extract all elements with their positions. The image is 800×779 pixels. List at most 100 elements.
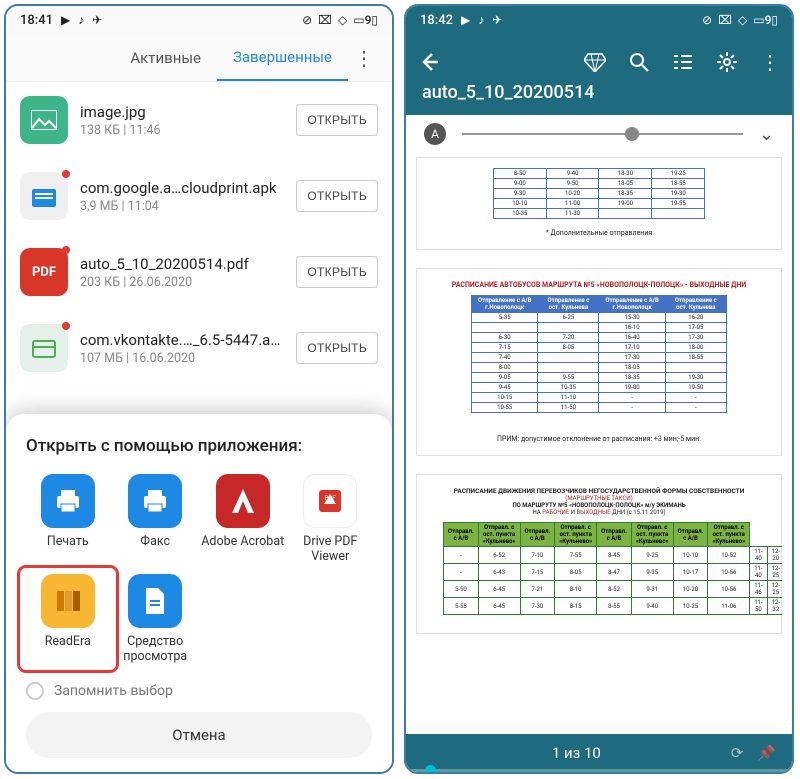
file-name: com.vkontakte.…_6.5-5447.apk (80, 331, 284, 349)
file-meta: 107 МБ | 16.06.2020 (80, 351, 284, 366)
remember-label: Запомнить выбор (54, 683, 173, 699)
file-meta: 138 КБ | 11:46 (80, 123, 284, 138)
apk-icon (20, 172, 68, 220)
image-icon (20, 96, 68, 144)
pdf-page: РАСПИСАНИЕ АВТОБУСОВ МАРШРУТА №5 «НОВОПО… (416, 268, 782, 456)
tiktok-icon: ♪ (78, 13, 84, 27)
battery-icon: ▭9▯ (753, 13, 778, 27)
page2-footnote: ПРИМ: допустимое отклонение от расписани… (443, 435, 755, 443)
drive-pdf-icon: PDF (303, 474, 357, 528)
search-icon[interactable] (628, 51, 650, 73)
docs-icon (128, 574, 182, 628)
wifi-icon: ◇ (738, 13, 747, 27)
settings-gear-icon[interactable] (716, 51, 738, 73)
app-label: Drive PDF Viewer (289, 534, 373, 564)
back-icon[interactable] (418, 51, 440, 73)
brightness-slider[interactable] (462, 133, 743, 135)
status-bar: 18:41 ▶ ♪ ✈ ⊘ ⌧ ◇ ▭9▯ (6, 6, 392, 34)
status-bar: 18:42 ▶ ♪ ✈ ⊘ ⌧ ◇ ▭9▯ (406, 6, 792, 34)
youtube-icon: ▶ (461, 13, 470, 27)
app-chooser-grid: Печать Факс Adobe Acrobat PDF (26, 474, 372, 664)
new-badge (62, 246, 70, 254)
open-button[interactable]: ОТКРЫТЬ (296, 104, 378, 136)
slider-thumb[interactable] (625, 127, 639, 141)
page2-title: РАСПИСАНИЕ АВТОБУСОВ МАРШРУТА №5 «НОВОПО… (443, 281, 755, 289)
document-title: auto_5_10_20200514 (418, 82, 780, 103)
pin-icon[interactable]: 📌 (757, 744, 776, 762)
progress-thumb[interactable] (425, 765, 436, 772)
auto-brightness-icon[interactable]: A (424, 123, 446, 145)
wifi-icon: ◇ (338, 13, 347, 27)
app-label: Adobe Acrobat (201, 534, 284, 549)
page-counter: 1 из 10 (552, 744, 601, 762)
page3-title-3: ПО МАРШРУТУ №5 «НОВОПОЛОЦК-ПОЛОЦК» м/у Э… (443, 502, 755, 509)
tiktok-icon: ♪ (478, 13, 484, 27)
pdf-viewport[interactable]: A ⌄ 8-509-4018-3019-25 9-009-5018-0518-5… (406, 115, 792, 772)
app-label: Печать (47, 534, 89, 549)
open-button[interactable]: ОТКРЫТЬ (296, 332, 378, 364)
file-item[interactable]: image.jpg 138 КБ | 11:46 ОТКРЫТЬ (6, 82, 392, 158)
page-footnote: * Дополнительные отправления (443, 229, 755, 237)
open-with-sheet: Открыть с помощью приложения: Печать Фак… (6, 414, 392, 772)
more-menu-icon[interactable]: ⋮ (348, 46, 380, 70)
app-option-print[interactable]: Печать (26, 474, 110, 564)
page3-title-2: (МАРШРУТНЫЕ ТАКСИ) (443, 495, 755, 502)
app-option-viewer[interactable]: Средство просмотра (114, 574, 198, 664)
cancel-button[interactable]: Отмена (26, 712, 372, 758)
dnd-icon: ⊘ (702, 13, 712, 27)
new-badge (62, 170, 70, 178)
app-label: Средство просмотра (114, 634, 198, 664)
readera-icon (41, 574, 95, 628)
progress-bar[interactable] (406, 769, 792, 772)
apk-icon (20, 324, 68, 372)
app-option-drive-pdf[interactable]: PDF Drive PDF Viewer (289, 474, 373, 564)
battery-icon: ▭9▯ (353, 13, 378, 27)
file-item[interactable]: PDF auto_5_10_20200514.pdf 203 КБ | 26.0… (6, 234, 392, 310)
file-meta: 203 КБ | 26.06.2020 (80, 275, 284, 290)
telegram-icon: ✈ (492, 13, 502, 27)
app-option-fax[interactable]: Факс (114, 474, 198, 564)
pdf-icon: PDF (20, 248, 68, 296)
tab-active[interactable]: Активные (114, 34, 217, 81)
status-time: 18:41 (20, 13, 53, 28)
file-name: com.google.a…cloudprint.apk (80, 179, 284, 197)
pdf-page: 8-509-4018-3019-25 9-009-5018-0518-55 9-… (416, 157, 782, 250)
app-option-readera[interactable]: ReadEra (22, 570, 114, 668)
app-label: Факс (140, 534, 170, 549)
youtube-icon: ▶ (61, 13, 70, 27)
reader-toolbar: ⋮ auto_5_10_20200514 (406, 34, 792, 115)
phone-left: 18:41 ▶ ♪ ✈ ⊘ ⌧ ◇ ▭9▯ Активные Завершенн… (4, 4, 394, 774)
battery-icon-x: ⌧ (318, 13, 332, 27)
remember-choice-row[interactable]: Запомнить выбор (26, 682, 372, 700)
app-label: ReadEra (45, 634, 91, 649)
open-button[interactable]: ОТКРЫТЬ (296, 256, 378, 288)
page-footer-bar: 1 из 10 ⟳ 📌 (406, 734, 792, 772)
phone-right: 18:42 ▶ ♪ ✈ ⊘ ⌧ ◇ ▭9▯ ⋮ auto_5_10_202005… (404, 4, 794, 774)
pdf-page: РАСПИСАНИЕ ДВИЖЕНИЯ ПЕРЕВОЗЧИКОВ НЕГОСУД… (416, 474, 782, 634)
file-item[interactable]: com.vkontakte.…_6.5-5447.apk 107 МБ | 16… (6, 310, 392, 386)
rotate-lock-icon[interactable]: ⟳ (731, 744, 744, 762)
sheet-title: Открыть с помощью приложения: (26, 436, 372, 456)
dnd-icon: ⊘ (302, 13, 312, 27)
premium-diamond-icon[interactable] (584, 52, 606, 72)
file-meta: 3,9 МБ | 11:04 (80, 199, 284, 214)
file-name: image.jpg (80, 103, 284, 121)
status-time: 18:42 (420, 13, 453, 28)
chevron-down-icon[interactable]: ⌄ (759, 124, 774, 145)
adobe-icon (216, 474, 270, 528)
contents-list-icon[interactable] (672, 52, 694, 72)
battery-icon-x: ⌧ (718, 13, 732, 27)
radio-unchecked-icon[interactable] (26, 682, 44, 700)
open-button[interactable]: ОТКРЫТЬ (296, 180, 378, 212)
file-item[interactable]: com.google.a…cloudprint.apk 3,9 МБ | 11:… (6, 158, 392, 234)
page3-title-1: РАСПИСАНИЕ ДВИЖЕНИЯ ПЕРЕВОЗЧИКОВ НЕГОСУД… (443, 487, 755, 495)
more-menu-icon[interactable]: ⋮ (760, 50, 780, 74)
new-badge (62, 322, 70, 330)
printer-icon (41, 474, 95, 528)
file-name: auto_5_10_20200514.pdf (80, 255, 284, 273)
printer-icon (128, 474, 182, 528)
app-option-adobe[interactable]: Adobe Acrobat (201, 474, 285, 564)
pdf-pages[interactable]: 8-509-4018-3019-25 9-009-5018-0518-55 9-… (416, 157, 782, 728)
telegram-icon: ✈ (92, 13, 102, 27)
tab-completed[interactable]: Завершенные (217, 34, 348, 81)
